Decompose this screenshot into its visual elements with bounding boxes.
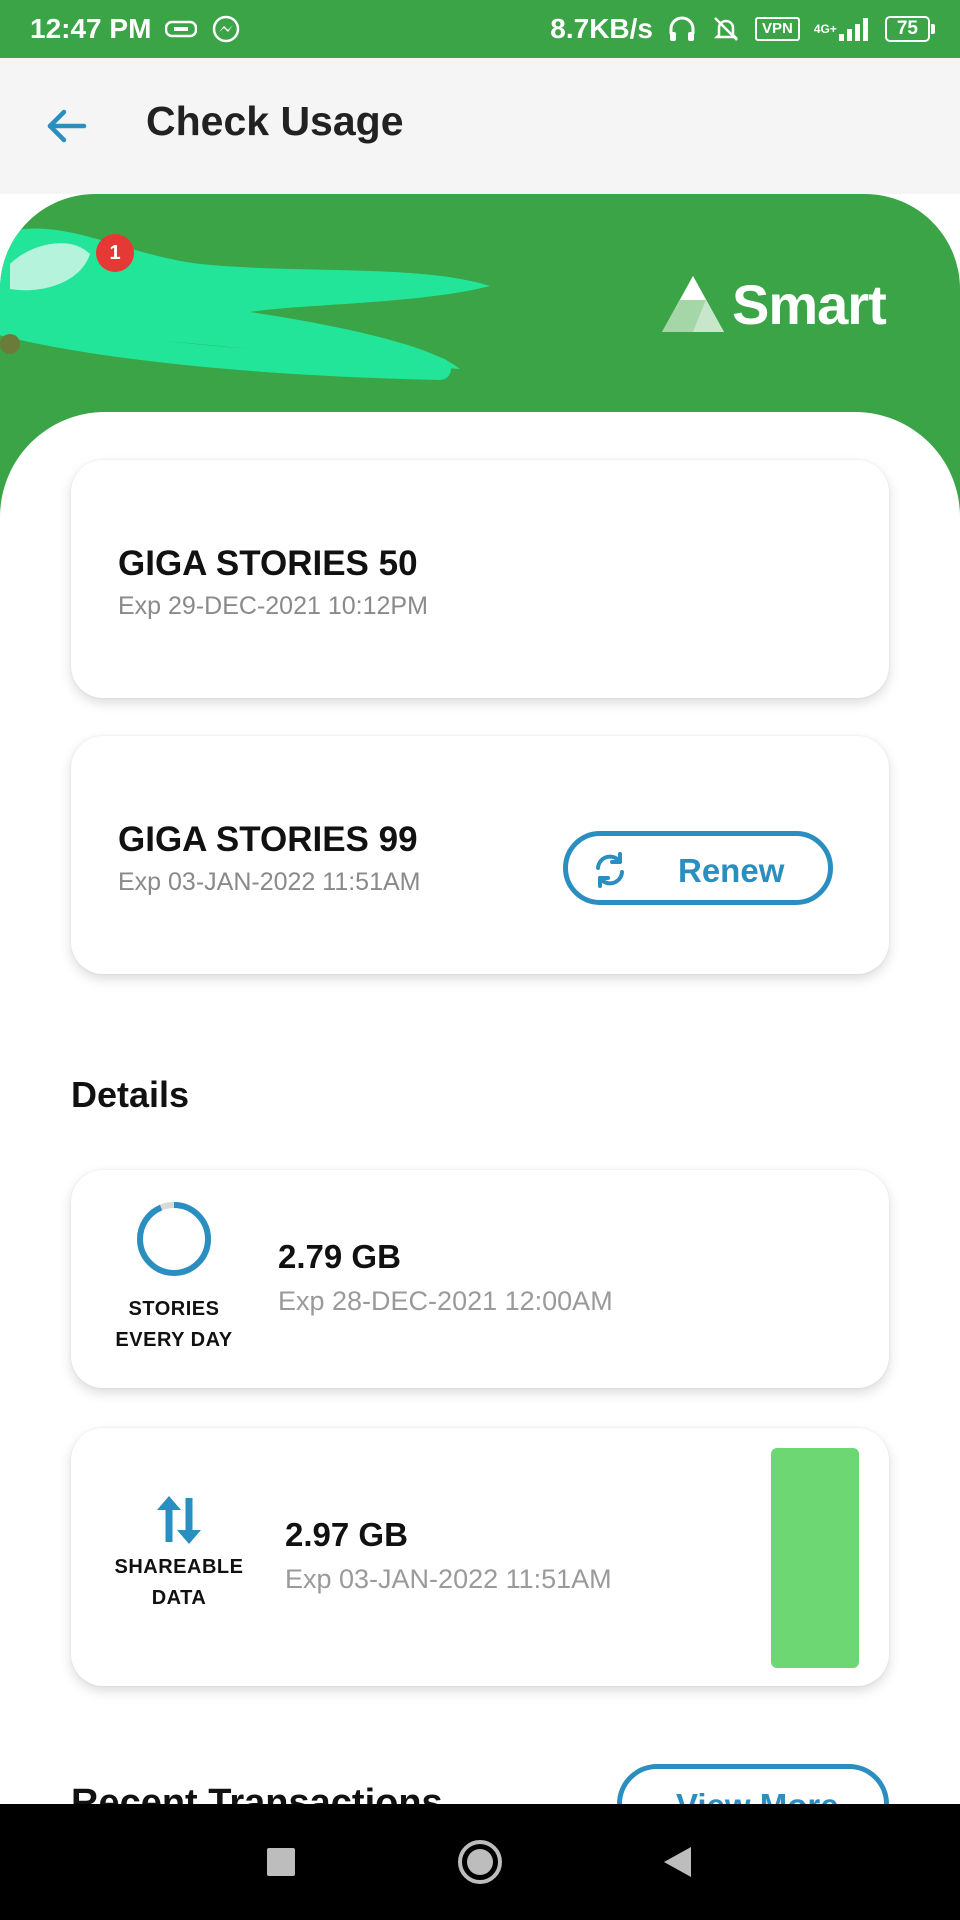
data-saver-icon — [165, 19, 198, 39]
refresh-icon — [590, 850, 630, 895]
promo-name: GIGA STORIES 99 — [118, 820, 418, 859]
promo-expiry: Exp 03-JAN-2022 11:51AM — [118, 868, 421, 896]
renew-button[interactable]: Renew — [563, 831, 833, 905]
detail-label-line: SHAREABLE — [114, 1556, 244, 1578]
status-time: 12:47 PM — [30, 13, 152, 44]
progress-ring-icon — [135, 1200, 213, 1283]
home-circle-icon[interactable] — [452, 1834, 508, 1890]
battery-icon: 75 — [884, 16, 936, 42]
smart-logo-icon — [662, 275, 724, 332]
data-expiry: Exp 28-DEC-2021 12:00AM — [278, 1286, 613, 1316]
promo-card[interactable]: GIGA STORIES 99 Exp 03-JAN-2022 11:51AM … — [71, 736, 889, 974]
detail-label: SHAREABLE DATA — [99, 1552, 259, 1614]
renew-label: Renew — [678, 852, 785, 889]
headphones-icon — [667, 14, 697, 44]
data-expiry: Exp 03-JAN-2022 11:51AM — [285, 1564, 612, 1594]
brand-logo: Smart — [660, 272, 887, 337]
details-heading: Details — [71, 1074, 190, 1115]
page-title: Check Usage — [146, 98, 404, 144]
mute-bell-icon — [711, 14, 741, 44]
status-bar: 12:47 PM 8.7KB/s VPN 4G+ 75 — [0, 0, 960, 58]
promo-expiry: Exp 29-DEC-2021 10:12PM — [118, 592, 428, 620]
data-amount: 2.79 GB — [278, 1238, 401, 1275]
app-bar: Check Usage — [0, 58, 960, 194]
detail-label-line: STORIES — [128, 1298, 220, 1320]
notification-badge: 1 — [96, 234, 134, 272]
battery-level: 75 — [896, 18, 918, 39]
detail-card[interactable]: STORIES EVERY DAY 2.79 GB Exp 28-DEC-202… — [71, 1170, 889, 1388]
back-arrow-icon[interactable] — [44, 104, 88, 148]
detail-card[interactable]: SHAREABLE DATA 2.97 GB Exp 03-JAN-2022 1… — [71, 1428, 889, 1686]
back-triangle-icon[interactable] — [650, 1834, 706, 1890]
detail-label-line: EVERY DAY — [115, 1329, 233, 1351]
recents-square-icon[interactable] — [253, 1834, 309, 1890]
brand-name: Smart — [732, 273, 887, 336]
promo-name: GIGA STORIES 50 — [118, 544, 418, 583]
promo-card[interactable]: GIGA STORIES 50 Exp 29-DEC-2021 10:12PM — [71, 460, 889, 698]
detail-label-line: DATA — [151, 1587, 207, 1609]
transfer-arrows-icon — [153, 1494, 205, 1551]
usage-bar — [771, 1448, 859, 1668]
vpn-indicator: VPN — [755, 17, 800, 41]
network-type: 4G+ — [813, 21, 837, 36]
redaction-scribble — [0, 228, 490, 380]
messenger-icon — [211, 14, 241, 44]
network-speed: 8.7KB/s — [550, 13, 653, 44]
detail-label: STORIES EVERY DAY — [89, 1294, 259, 1356]
system-nav-bar — [0, 1804, 960, 1920]
signal-icon: 4G+ — [814, 16, 871, 42]
data-amount: 2.97 GB — [285, 1516, 408, 1553]
